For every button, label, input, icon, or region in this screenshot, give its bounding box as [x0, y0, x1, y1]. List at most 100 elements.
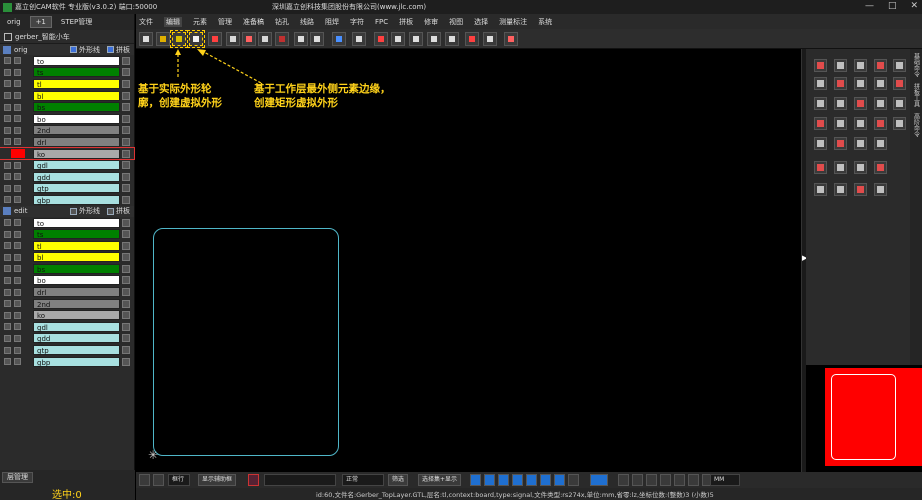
pad-button[interactable]	[294, 32, 308, 46]
layer-name[interactable]: gtp	[33, 183, 120, 194]
layer-option-checkbox[interactable]	[122, 357, 130, 366]
target-button[interactable]	[814, 137, 827, 150]
layer-option-checkbox[interactable]	[122, 311, 130, 320]
arrow-right-button[interactable]	[834, 161, 847, 174]
layer-option-checkbox[interactable]	[122, 264, 130, 273]
layer-visible-checkbox[interactable]	[14, 173, 21, 181]
layer-name[interactable]: bo	[33, 113, 120, 124]
layer-name[interactable]: gbp	[33, 194, 120, 205]
layer-visible-checkbox[interactable]	[14, 265, 21, 273]
layer-row[interactable]: ko	[0, 146, 135, 161]
measure-angle-icon[interactable]	[646, 474, 657, 486]
filter-funnel-icon[interactable]	[568, 474, 579, 486]
layer-affect-checkbox[interactable]	[4, 230, 11, 238]
layer-name[interactable]: bs	[33, 263, 120, 274]
layer-row[interactable]: bo	[0, 275, 134, 287]
layer-visible-checkbox[interactable]	[14, 311, 21, 319]
outline-checkbox[interactable]	[70, 46, 77, 53]
corner-button[interactable]	[874, 137, 887, 150]
layer-row[interactable]: bl	[0, 90, 134, 102]
panel-checkbox[interactable]	[107, 46, 114, 53]
layer-visible-checkbox[interactable]	[14, 323, 21, 331]
layer-row[interactable]: gbp	[0, 356, 134, 368]
layer-affect-checkbox[interactable]	[4, 219, 11, 227]
filter-button[interactable]: 筛选	[388, 474, 409, 486]
layer-option-checkbox[interactable]	[122, 68, 130, 77]
menu-item[interactable]: 阻焊	[325, 17, 339, 27]
layer-affect-checkbox[interactable]	[4, 288, 11, 296]
layer-option-checkbox[interactable]	[122, 103, 130, 112]
join-button[interactable]	[834, 97, 847, 110]
layer-name[interactable]: bs	[33, 102, 120, 113]
layer-row[interactable]: gdd	[0, 171, 134, 183]
close-button[interactable]: ✕	[910, 1, 918, 11]
stretch-button[interactable]	[814, 117, 827, 130]
layer-visible-checkbox[interactable]	[14, 358, 21, 366]
resize-button[interactable]	[226, 32, 240, 46]
display-aux-frame-button[interactable]: 显示辅助框	[198, 474, 237, 486]
flag-right-button[interactable]	[854, 161, 867, 174]
prev-arrow-icon[interactable]	[139, 474, 150, 486]
align-button[interactable]	[814, 59, 827, 72]
layer-visible-checkbox[interactable]	[14, 126, 21, 134]
board-outline[interactable]	[153, 228, 339, 456]
layer-row[interactable]: 2nd	[0, 298, 134, 310]
command-button[interactable]	[874, 183, 887, 196]
layer-visible-checkbox[interactable]	[14, 115, 21, 123]
draw-arc-icon[interactable]	[498, 474, 509, 486]
draw-hole-icon[interactable]	[540, 474, 551, 486]
layer-row[interactable]: tl	[0, 78, 134, 90]
layer-visible-checkbox[interactable]	[11, 149, 25, 159]
layer-affect-checkbox[interactable]	[4, 276, 11, 284]
layer-affect-checkbox[interactable]	[4, 57, 11, 65]
arrow-down-right-button[interactable]	[814, 183, 827, 196]
maximize-button[interactable]: □	[888, 1, 897, 11]
contour-button[interactable]	[374, 32, 388, 46]
layer-row[interactable]: gtp	[0, 183, 134, 195]
draw-slot-icon[interactable]	[554, 474, 565, 486]
text-button[interactable]	[310, 32, 324, 46]
layer-option-checkbox[interactable]	[122, 149, 130, 158]
layer-name[interactable]: gdd	[33, 171, 120, 182]
layer-name[interactable]: drl	[33, 287, 120, 298]
layer-row[interactable]: bl	[0, 252, 134, 264]
layer-option-checkbox[interactable]	[122, 276, 130, 285]
layer-affect-checkbox[interactable]	[4, 253, 11, 261]
menu-item[interactable]: 修审	[424, 17, 438, 27]
layer-name[interactable]: tl	[33, 240, 120, 251]
menu-item[interactable]: 管理	[218, 17, 232, 27]
layer-name[interactable]: to	[33, 217, 120, 228]
snap-icon[interactable]	[660, 474, 671, 486]
layer-affect-checkbox[interactable]	[4, 138, 11, 146]
layer-option-checkbox[interactable]	[122, 114, 130, 123]
move-button[interactable]	[139, 32, 153, 46]
layer-name[interactable]: gdd	[33, 333, 120, 344]
shrink-button[interactable]	[854, 59, 867, 72]
layer-row[interactable]: gdl	[0, 321, 134, 333]
layer-affect-checkbox[interactable]	[4, 184, 11, 192]
command-tab[interactable]: 高阶命令	[912, 113, 921, 137]
menu-item[interactable]: 线路	[300, 17, 314, 27]
delete-button[interactable]	[854, 77, 867, 90]
layer-name[interactable]: ko	[33, 148, 120, 159]
menu-item[interactable]: 系统	[538, 17, 552, 27]
scale-button[interactable]	[834, 137, 847, 150]
menu-item[interactable]: 选择	[474, 17, 488, 27]
layer-name[interactable]: ko	[33, 310, 120, 321]
layer-row[interactable]: bs	[0, 263, 134, 275]
layer-row[interactable]: ts	[0, 228, 134, 240]
layer-row[interactable]: gbp	[0, 194, 134, 206]
layer-option-checkbox[interactable]	[122, 137, 130, 146]
layer-name[interactable]: ts	[33, 229, 120, 240]
triangle-button[interactable]	[874, 97, 887, 110]
menu-item[interactable]: 文件	[139, 17, 153, 27]
flag-down-button[interactable]	[834, 183, 847, 196]
layer-affect-checkbox[interactable]	[4, 103, 11, 111]
outline-rect-button[interactable]	[187, 30, 205, 48]
layer-affect-checkbox[interactable]	[4, 300, 11, 308]
menu-item[interactable]: 编辑	[164, 16, 182, 27]
layer-visible-checkbox[interactable]	[14, 276, 21, 284]
layer-visible-checkbox[interactable]	[14, 253, 21, 261]
drawing-canvas[interactable]: 基于实际外形轮 廓，创建虚拟外形 基于工作层最外侧元素边缘， 创建矩形虚拟外形 …	[136, 49, 801, 472]
rotate-button[interactable]	[242, 32, 256, 46]
